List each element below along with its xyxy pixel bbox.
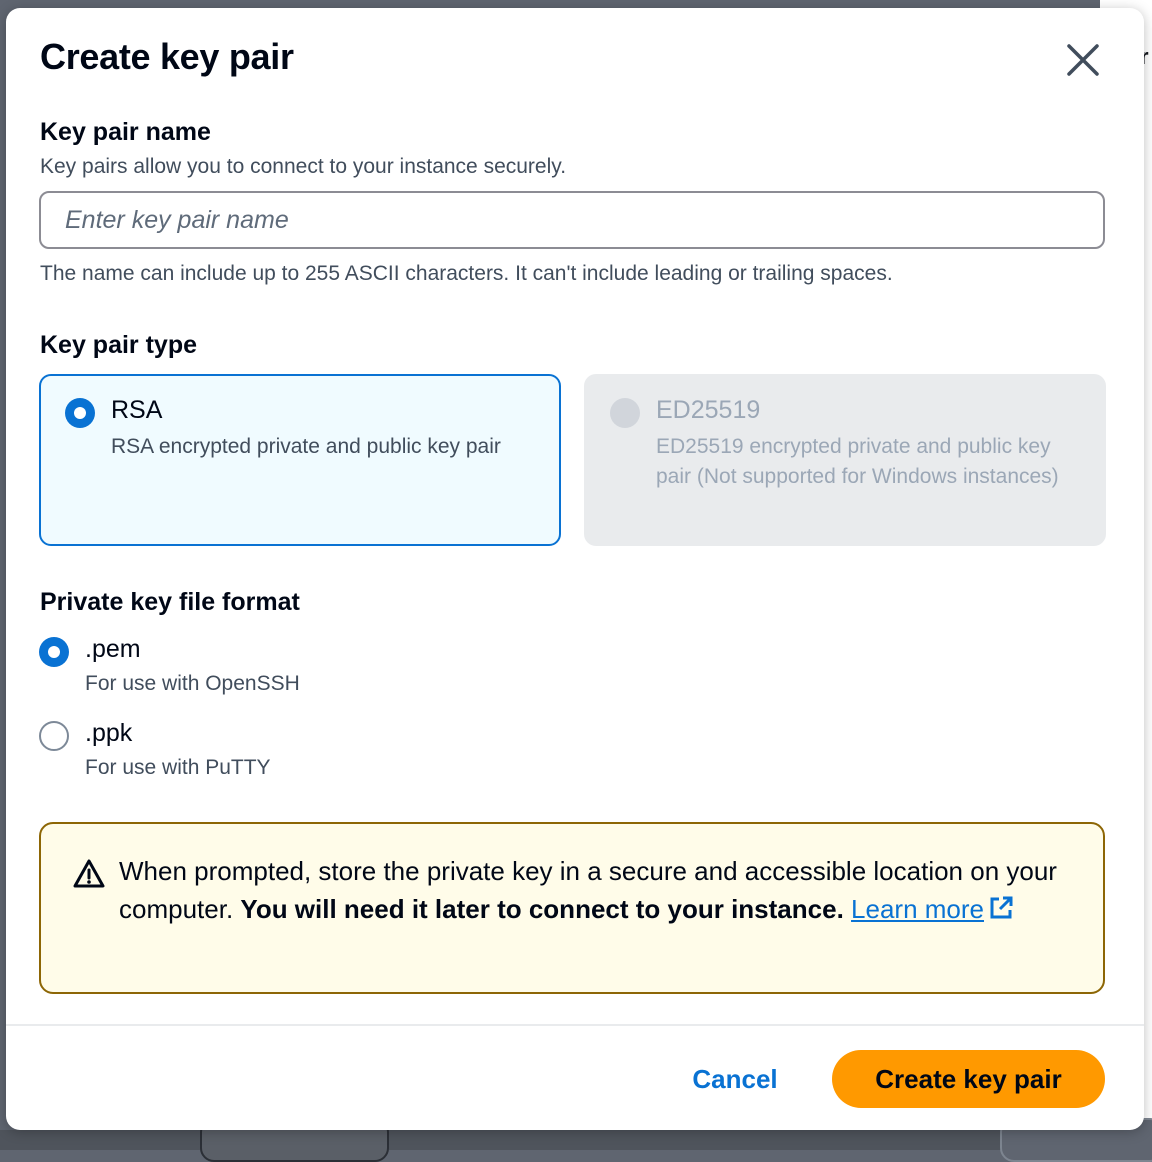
- dialog-title: Create key pair: [40, 36, 294, 77]
- file-format-label: Private key file format: [40, 588, 300, 616]
- ppk-label[interactable]: .ppk: [85, 719, 132, 748]
- ed25519-description: ED25519 encrypted private and public key…: [656, 435, 1059, 488]
- warning-alert: When prompted, store the private key in …: [39, 822, 1105, 994]
- warning-icon: [73, 859, 105, 888]
- key-type-tile-ed25519: ED25519 ED25519 encrypted private and pu…: [584, 374, 1106, 546]
- key-pair-name-constraint: The name can include up to 255 ASCII cha…: [40, 262, 893, 285]
- key-type-tile-rsa[interactable]: RSA RSA encrypted private and public key…: [39, 374, 561, 546]
- ppk-description: For use with PuTTY: [85, 756, 271, 779]
- alert-text-bold: You will need it later to connect to you…: [240, 894, 844, 924]
- close-button[interactable]: [1061, 38, 1105, 82]
- external-link-icon: [990, 896, 1013, 919]
- create-key-pair-button[interactable]: Create key pair: [832, 1050, 1105, 1108]
- rsa-title: RSA: [111, 396, 163, 424]
- create-key-pair-dialog: Create key pair Key pair name Key pairs …: [6, 8, 1144, 1130]
- ed25519-title: ED25519: [656, 396, 761, 424]
- pem-description: For use with OpenSSH: [85, 672, 300, 695]
- close-icon: [1067, 44, 1099, 76]
- alert-message: When prompted, store the private key in …: [119, 852, 1059, 928]
- ppk-radio[interactable]: [39, 721, 69, 751]
- rsa-radio[interactable]: [65, 398, 95, 428]
- cancel-button[interactable]: Cancel: [676, 1051, 794, 1107]
- learn-more-label: Learn more: [851, 894, 984, 924]
- key-pair-type-label: Key pair type: [40, 331, 198, 359]
- footer-divider: [6, 1024, 1144, 1026]
- learn-more-link[interactable]: Learn more: [851, 894, 1014, 924]
- ed25519-radio: [610, 398, 640, 428]
- pem-radio[interactable]: [39, 637, 69, 667]
- key-pair-name-description: Key pairs allow you to connect to your i…: [40, 155, 567, 178]
- key-pair-name-label: Key pair name: [40, 118, 211, 146]
- pem-label[interactable]: .pem: [85, 635, 141, 664]
- background-footer: [0, 1130, 1152, 1150]
- rsa-description: RSA encrypted private and public key pai…: [111, 435, 501, 458]
- key-pair-name-input[interactable]: [39, 191, 1105, 249]
